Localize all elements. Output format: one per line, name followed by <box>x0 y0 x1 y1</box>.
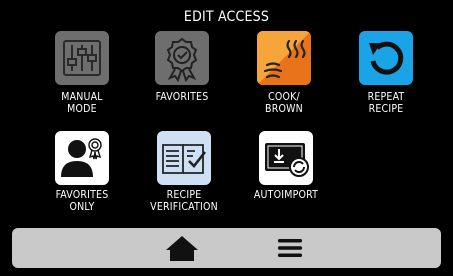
cook-brown-icon <box>257 31 311 85</box>
award-ribbon-icon <box>166 37 198 83</box>
recipe-verification-button[interactable] <box>157 131 211 185</box>
home-button[interactable] <box>162 228 202 268</box>
menu-icon <box>278 239 302 257</box>
manual-mode-button[interactable] <box>55 31 109 85</box>
import-icon <box>265 143 309 177</box>
repeat-icon <box>369 41 404 75</box>
cook-brown-button[interactable] <box>257 31 311 85</box>
autoimport-label: AUTOIMPORT <box>253 189 319 201</box>
book-check-icon <box>162 144 207 174</box>
bottom-nav-bar <box>12 228 441 268</box>
favorites-only-button[interactable] <box>55 131 109 185</box>
user-award-icon <box>61 138 102 177</box>
menu-button[interactable] <box>270 228 310 268</box>
repeat-recipe-label: REPEAT RECIPE <box>367 91 405 115</box>
home-icon <box>166 236 198 261</box>
page-title: EDIT ACCESS <box>183 9 270 25</box>
favorites-only-label: FAVORITES ONLY <box>55 189 109 213</box>
recipe-verification-label: RECIPE VERIFICATION <box>150 189 218 213</box>
sliders-icon <box>63 40 101 76</box>
favorites-button[interactable] <box>155 31 209 85</box>
autoimport-button[interactable] <box>259 131 313 185</box>
favorites-label: FAVORITES <box>155 91 209 103</box>
manual-mode-label: MANUAL MODE <box>61 91 103 115</box>
cook-brown-label: COOK/ BROWN <box>265 91 303 115</box>
repeat-recipe-button[interactable] <box>359 31 413 85</box>
